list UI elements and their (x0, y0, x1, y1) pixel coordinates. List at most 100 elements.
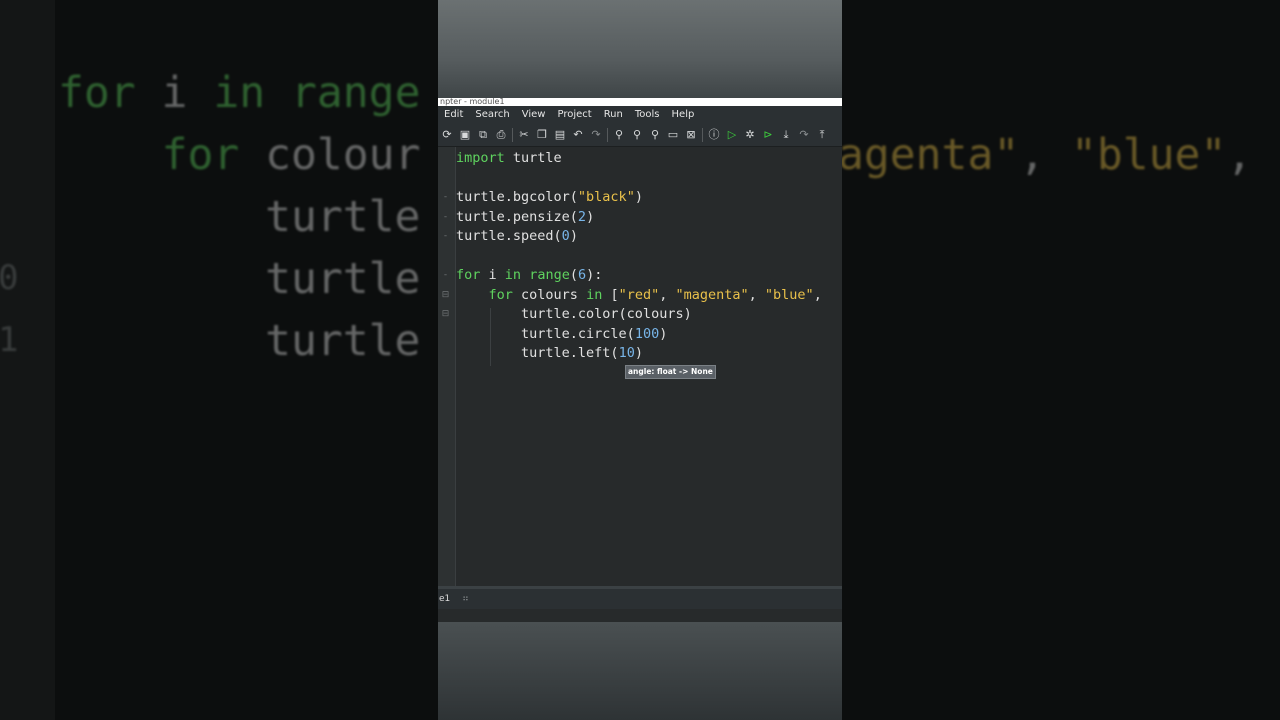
toolbar: ⟳ ▣ ⧉ ⎙ ✂ ❐ ▤ ↶ ↷ ⚲ ⚲ ⚲ ▭ ⊠ ⓘ ▷ ✲ ⊳ ⤓ ↷ ⤒ (438, 124, 842, 147)
run-icon[interactable]: ▷ (723, 126, 741, 144)
undo-icon[interactable]: ↶ (569, 126, 587, 144)
debug-icon[interactable]: ✲ (741, 126, 759, 144)
folder-icon[interactable]: ▭ (664, 126, 682, 144)
code-token: ) (634, 345, 643, 361)
code-token: colours (512, 286, 587, 303)
code-token: ) (659, 325, 668, 342)
code-token: 10 (618, 345, 635, 361)
code-token: ( (569, 267, 578, 283)
code-token: for (456, 267, 481, 283)
toolbar-separator (607, 128, 608, 142)
background-code-line: for i in range (58, 68, 420, 118)
code-token: turtle.bgcolor( (456, 189, 578, 205)
code-token: , (659, 286, 676, 303)
code-token: "magenta" (675, 286, 749, 303)
code-line: turtle.circle(100) (456, 325, 842, 345)
step-out-icon[interactable]: ⤒ (813, 126, 831, 144)
find-icon[interactable]: ⚲ (610, 126, 628, 144)
browser-icon[interactable]: ⊠ (682, 126, 700, 144)
code-token: 0 (561, 228, 570, 244)
code-token: turtle.color(colours) (456, 306, 692, 322)
code-token: ) (569, 228, 578, 244)
fold-marker: ⊟ (441, 290, 450, 300)
fold-marker: - (443, 192, 448, 202)
code-token: for (58, 68, 136, 118)
copy-icon[interactable]: ❐ (533, 126, 551, 144)
code-token: 100 (634, 325, 660, 342)
fold-marker: ⊟ (441, 309, 450, 319)
code-token: i (480, 267, 505, 283)
code-line: turtle.speed(0) (456, 227, 842, 247)
code-token: in (213, 68, 266, 118)
code-token: in (586, 286, 603, 303)
info-icon[interactable]: ⓘ (705, 126, 723, 144)
background-line-number: 1 (0, 320, 19, 360)
background-right-blur: agenta", "blue", (842, 0, 1280, 720)
menu-run[interactable]: Run (598, 106, 629, 124)
code-token: turtle (504, 150, 562, 166)
code-line: import turtle (456, 149, 842, 169)
shell-panel[interactable] (438, 609, 842, 622)
fold-marker: - (443, 270, 448, 280)
step-into-icon[interactable]: ⤓ (777, 126, 795, 144)
code-token: turtle (58, 316, 421, 366)
code-token: turtle (58, 192, 421, 242)
print-icon[interactable]: ⎙ (492, 126, 510, 144)
replace-icon[interactable]: ⚲ (646, 126, 664, 144)
code-line: for i in range(6): (456, 266, 842, 286)
fold-marker: - (443, 231, 448, 241)
code-line: turtle.pensize(2) (456, 208, 842, 228)
ide-screenshot: npter - module1 Edit Search View Project… (438, 0, 842, 720)
code-token: , (748, 286, 765, 303)
step-over-icon[interactable]: ↷ (795, 126, 813, 144)
menu-bar: Edit Search View Project Run Tools Help (438, 106, 842, 124)
run-to-cursor-icon[interactable]: ⊳ (759, 126, 777, 144)
menu-edit[interactable]: Edit (438, 106, 469, 124)
menu-project[interactable]: Project (551, 106, 597, 124)
background-line-number: 0 (0, 258, 19, 298)
redo-icon[interactable]: ↷ (587, 126, 605, 144)
background-code-line: agenta", "blue", (842, 130, 1252, 180)
code-token: for (161, 130, 240, 180)
code-line: turtle.left(10) (456, 344, 842, 364)
find-next-icon[interactable]: ⚲ (628, 126, 646, 144)
code-token: turtle.left( (456, 345, 619, 361)
code-token: , (1226, 130, 1253, 180)
code-token: [ (602, 286, 619, 303)
code-token: ) (634, 189, 643, 205)
background-gutter (0, 0, 55, 720)
background-code-line: turtle (58, 316, 420, 366)
menu-search[interactable]: Search (469, 106, 515, 124)
code-token: turtle (58, 254, 421, 304)
code-line: for colours in ["red", "magenta", "blue"… (456, 286, 842, 306)
open-file-icon[interactable]: ⟳ (438, 126, 456, 144)
editor-gutter: - - - - ⊟ ⊟ (438, 147, 456, 586)
code-line: turtle.color(colours) (456, 305, 842, 325)
code-token: turtle.pensize( (456, 208, 578, 225)
code-token: agenta" (842, 130, 1020, 180)
code-token: ) (586, 208, 595, 225)
code-editor[interactable]: - - - - ⊟ ⊟ import turtle turtle.bgcolor… (438, 147, 842, 586)
fold-marker: - (443, 212, 448, 222)
cut-icon[interactable]: ✂ (515, 126, 533, 144)
code-token: colour (239, 130, 421, 180)
code-token: range (291, 68, 421, 118)
menu-tools[interactable]: Tools (629, 106, 666, 124)
code-token: , (1019, 130, 1071, 180)
code-token: range (529, 267, 570, 283)
shell-tab-close-icon[interactable]: ⠶ (462, 594, 469, 604)
save-icon[interactable]: ▣ (456, 126, 474, 144)
shell-tab[interactable]: e1 (438, 594, 450, 604)
code-token: in (504, 267, 522, 283)
video-bottom-blur (438, 622, 842, 720)
menu-view[interactable]: View (516, 106, 552, 124)
paste-icon[interactable]: ▤ (551, 126, 569, 144)
menu-help[interactable]: Help (666, 106, 701, 124)
save-all-icon[interactable]: ⧉ (474, 126, 492, 144)
background-code-line: turtle (58, 254, 420, 304)
